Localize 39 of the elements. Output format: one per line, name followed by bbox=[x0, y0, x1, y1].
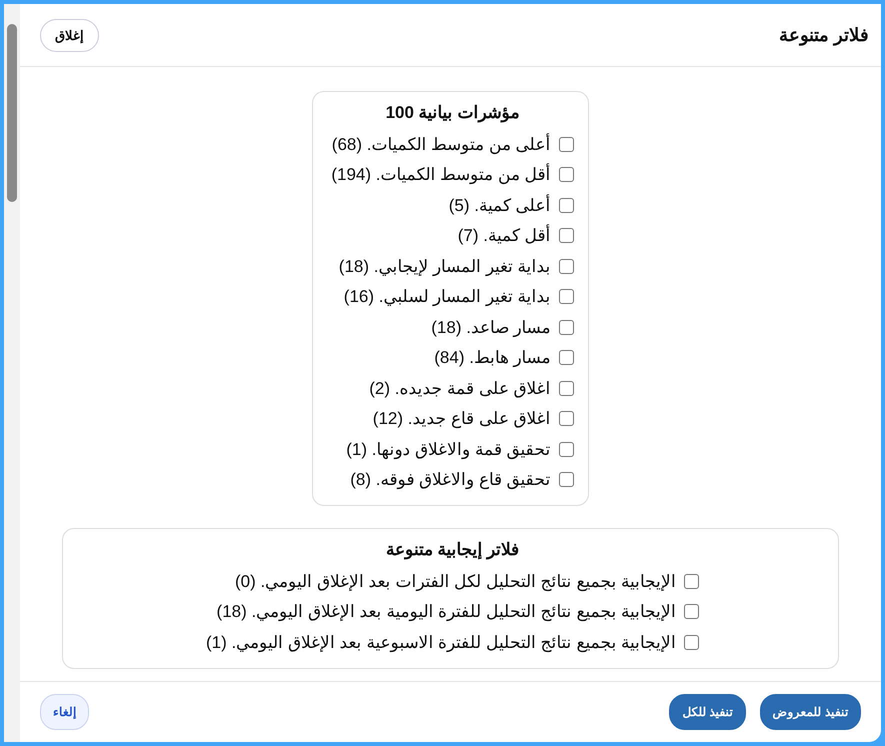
section-title: فلاتر إيجابية متنوعة bbox=[386, 539, 520, 560]
checkbox[interactable] bbox=[558, 258, 574, 274]
filter-label: أعلى من متوسط الكميات. (68) bbox=[332, 134, 551, 155]
scrollbar[interactable] bbox=[4, 4, 20, 742]
filter-label: اغلاق على قاع جديد. (12) bbox=[372, 408, 551, 430]
checkbox[interactable] bbox=[684, 634, 700, 650]
dialog-title: فلاتر متنوعة bbox=[778, 24, 869, 46]
filter-label: أعلى كمية. (5) bbox=[448, 194, 551, 216]
section-title: مؤشرات بيانية 100 bbox=[386, 102, 520, 123]
checkbox[interactable] bbox=[558, 472, 574, 488]
filter-label: اغلاق على قمة جديده. (2) bbox=[369, 378, 551, 399]
filter-label: أقل من متوسط الكميات. (194) bbox=[331, 164, 551, 186]
apply-button[interactable]: تنفيذ للمعروض bbox=[760, 694, 861, 730]
checkbox[interactable] bbox=[558, 411, 574, 426]
scrollbar-thumb[interactable] bbox=[7, 24, 17, 202]
filter-label: تحقيق قمة والاغلاق دونها. (1) bbox=[346, 438, 551, 460]
filter-label: الإيجابية بجميع نتائج التحليل للفترة الاسبوعية بعد الإغلاق اليومي. (1) bbox=[206, 632, 676, 653]
checkbox[interactable] bbox=[558, 350, 574, 366]
filter-label: الإيجابية بجميع نتائج التحليل للفترة اليومية بعد الإغلاق اليومي. (18) bbox=[216, 601, 676, 622]
filter-label: تحقيق قاع والاغلاق فوقه. (8) bbox=[350, 469, 551, 490]
filter-label: مسار صاعد. (18) bbox=[431, 316, 551, 338]
checkbox[interactable] bbox=[558, 442, 574, 457]
filter-label: مسار هابط. (84) bbox=[434, 347, 551, 368]
close-button[interactable]: إغلاق bbox=[40, 18, 99, 52]
checkbox[interactable] bbox=[558, 289, 574, 304]
filter-label: بداية تغير المسار لسلبي. (16) bbox=[344, 286, 551, 308]
cancel-button[interactable]: إلغاء bbox=[40, 694, 89, 730]
checkbox[interactable] bbox=[558, 136, 574, 152]
filter-label: أقل كمية. (7) bbox=[458, 225, 551, 246]
checkbox[interactable] bbox=[558, 167, 574, 182]
checkbox[interactable] bbox=[558, 380, 574, 396]
checkbox[interactable] bbox=[684, 604, 700, 620]
checkbox[interactable] bbox=[684, 574, 700, 589]
checkbox[interactable] bbox=[558, 198, 574, 213]
filter-label: الإيجابية بجميع نتائج التحليل لكل الفترات بعد الإغلاق اليومي. (0) bbox=[234, 570, 676, 592]
apply-button[interactable]: تنفيذ للكل bbox=[669, 694, 746, 730]
checkbox[interactable] bbox=[558, 228, 574, 244]
filter-label: بداية تغير المسار لإيجابي. (18) bbox=[338, 256, 551, 277]
checkbox[interactable] bbox=[558, 320, 574, 335]
